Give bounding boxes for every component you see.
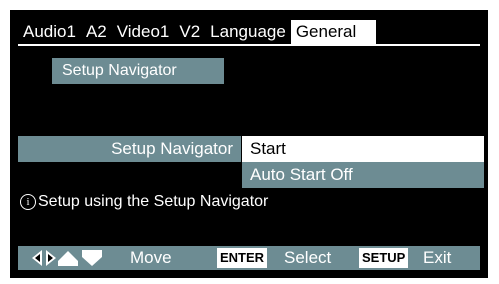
setup-key[interactable]: SETUP [359,248,409,268]
info-icon: i [20,194,36,210]
osd-screen: Audio1 A2 Video1 V2 Language General Set… [10,10,488,278]
up-arrow-icon [58,251,78,266]
down-arrow-icon [82,250,102,266]
section-title: Setup Navigator [52,58,224,84]
left-arrow-icon [32,250,42,266]
setting-label: Setup Navigator [18,136,241,162]
arrow-keys-icon [32,250,102,266]
option-auto-start-off[interactable]: Auto Start Off [242,162,484,188]
exit-label: Exit [423,248,452,267]
option-start[interactable]: Start [242,136,484,162]
tab-general[interactable]: General [290,20,377,44]
tab-bar: Audio1 A2 Video1 V2 Language General [18,20,377,44]
info-message: i Setup using the Setup Navigator [20,192,268,212]
tab-video1[interactable]: Video1 [111,20,175,44]
bottom-bar: Move ENTER Select SETUP Exit [18,246,480,270]
tab-language[interactable]: Language [205,20,291,44]
tab-audio1[interactable]: Audio1 [18,20,81,44]
select-label: Select [284,248,332,267]
tab-v2[interactable]: V2 [174,20,206,44]
tab-divider [18,44,480,46]
tab-a2[interactable]: A2 [80,20,112,44]
enter-key[interactable]: ENTER [217,248,268,268]
move-label: Move [130,248,172,267]
info-text: Setup using the Setup Navigator [38,193,269,210]
right-arrow-icon [46,250,56,266]
